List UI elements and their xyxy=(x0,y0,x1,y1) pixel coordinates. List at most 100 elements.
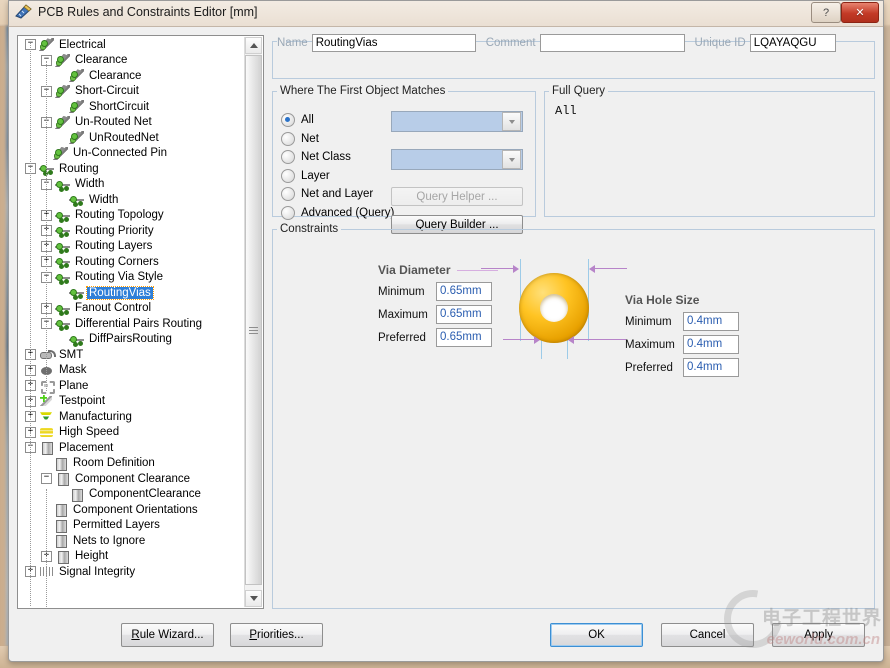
radio-net-and-layer-label: Net and Layer xyxy=(301,188,374,201)
tree-item-nets-to-ignore[interactable]: Nets to Ignore xyxy=(19,533,245,549)
tree-item-label: Clearance xyxy=(75,54,128,67)
tree-item-component-orientations[interactable]: Component Orientations xyxy=(19,502,245,518)
tree-item-label: Width xyxy=(89,193,119,206)
tree-item-permitted-layers[interactable]: Permitted Layers xyxy=(19,518,245,534)
rule-wizard-label: ule Wizard... xyxy=(139,629,204,641)
tree-item-routing-via-style[interactable]: − Routing Via Style xyxy=(19,270,245,286)
scroll-up-button[interactable] xyxy=(245,37,262,54)
window-title: PCB Rules and Constraints Editor [mm] xyxy=(38,4,258,19)
net-class-combo[interactable] xyxy=(391,149,523,170)
name-input[interactable] xyxy=(311,34,476,52)
via-hole-maximum-input[interactable] xyxy=(683,335,739,354)
tree-item-routing-layers[interactable]: + Routing Layers xyxy=(19,239,245,255)
tree-item-differential-pairs-routing[interactable]: − Differential Pairs Routing xyxy=(19,316,245,332)
via-diameter-maximum-input[interactable] xyxy=(436,305,492,324)
tree-item-clearance[interactable]: − Clearance xyxy=(19,53,245,69)
cancel-button[interactable]: Cancel xyxy=(661,623,754,647)
rules-tree-panel[interactable]: − Electrical − Clearance Clearance − Short-Cir… xyxy=(17,35,264,609)
rule-header-group: Name Comment Unique ID xyxy=(272,34,875,79)
tree-item-signal-integrity[interactable]: + Signal Integrity xyxy=(19,564,245,580)
tree-item-width[interactable]: Width xyxy=(19,192,245,208)
collapse-icon[interactable]: − xyxy=(41,473,52,485)
close-button[interactable]: ✕ xyxy=(841,2,879,23)
tree-item-clearance[interactable]: Clearance xyxy=(19,68,245,84)
radio-all[interactable]: All xyxy=(281,111,394,130)
tree-item-routing[interactable]: − Routing xyxy=(19,161,245,177)
rules-tree[interactable]: − Electrical − Clearance Clearance − Short-Cir… xyxy=(19,37,245,607)
object-matches-group: Where The First Object Matches All Net N… xyxy=(272,85,536,234)
tree-item-plane[interactable]: + Plane xyxy=(19,378,245,395)
diameter-arrow-right xyxy=(589,264,627,273)
chevron-down-icon[interactable] xyxy=(502,112,521,131)
tree-item-diffpairsrouting[interactable]: DiffPairsRouting xyxy=(19,332,245,348)
tree-item-label: ShortCircuit xyxy=(89,100,150,113)
via-diameter-preferred-input[interactable] xyxy=(436,328,492,347)
priorities-button[interactable]: Priorities... xyxy=(230,623,323,647)
tree-item-un-routed-net[interactable]: − Un-Routed Net xyxy=(19,115,245,131)
rule-category-icon xyxy=(55,472,70,487)
radio-net-and-layer[interactable]: Net and Layer xyxy=(281,185,394,204)
tree-item-room-definition[interactable]: Room Definition xyxy=(19,456,245,472)
tree-item-high-speed[interactable]: + High Speed xyxy=(19,425,245,441)
tree-item-width[interactable]: − Width xyxy=(19,177,245,193)
radio-net[interactable]: Net xyxy=(281,130,394,149)
rule-editor-pane: Name Comment Unique ID Where The First O… xyxy=(272,34,875,609)
via-diameter-minimum-input[interactable] xyxy=(436,282,492,301)
net-combo[interactable] xyxy=(391,111,523,132)
tree-item-height[interactable]: + Height xyxy=(19,549,245,565)
tree-item-placement[interactable]: − Placement xyxy=(19,440,245,456)
tree-item-manufacturing[interactable]: + Manufacturing xyxy=(19,409,245,425)
tree-item-label: Short-Circuit xyxy=(75,85,139,98)
tree-item-shortcircuit[interactable]: ShortCircuit xyxy=(19,99,245,115)
via-hole-minimum-row: Minimum xyxy=(625,310,745,333)
full-query-text[interactable]: All xyxy=(545,97,874,118)
tree-item-testpoint[interactable]: + Testpoint xyxy=(19,394,245,410)
radio-advanced-query[interactable]: Advanced (Query) xyxy=(281,204,394,223)
tree-item-electrical[interactable]: − Electrical xyxy=(19,37,245,53)
scroll-down-button[interactable] xyxy=(245,590,262,607)
query-helper-button[interactable]: Query Helper ... xyxy=(391,187,523,206)
tree-item-componentclearance[interactable]: ComponentClearance xyxy=(19,487,245,503)
match-radio-group[interactable]: All Net Net Class Layer Net and Layer Ad… xyxy=(281,111,394,222)
radio-layer[interactable]: Layer xyxy=(281,167,394,186)
via-hole-minimum-input[interactable] xyxy=(683,312,739,331)
comment-input[interactable] xyxy=(539,34,685,52)
apply-button[interactable]: Apply xyxy=(772,623,865,647)
tree-item-unroutednet[interactable]: UnRoutedNet xyxy=(19,130,245,146)
rule-wizard-button[interactable]: Rule Wizard... xyxy=(121,623,214,647)
chevron-down-icon[interactable] xyxy=(502,150,521,169)
unique-id-input[interactable] xyxy=(749,34,836,52)
radio-net-class[interactable]: Net Class xyxy=(281,148,394,167)
tree-scrollbar[interactable] xyxy=(244,37,262,607)
rule-category-icon xyxy=(69,333,84,346)
tree-item-routing-topology[interactable]: + Routing Topology xyxy=(19,208,245,224)
tree-item-component-clearance[interactable]: − Component Clearance xyxy=(19,471,245,487)
tree-item-fanout-control[interactable]: + Fanout Control xyxy=(19,301,245,317)
tree-item-routing-priority[interactable]: + Routing Priority xyxy=(19,223,245,239)
tree-item-short-circuit[interactable]: − Short-Circuit xyxy=(19,84,245,100)
tree-item-label: SMT xyxy=(59,348,84,361)
priorities-accel: P xyxy=(249,629,257,641)
tree-item-label: Height xyxy=(75,550,109,563)
tree-item-label: Component Clearance xyxy=(75,472,191,485)
tree-item-routing-corners[interactable]: + Routing Corners xyxy=(19,254,245,270)
priorities-label: riorities... xyxy=(257,629,304,641)
ok-button[interactable]: OK xyxy=(550,623,643,647)
dialog-body: − Electrical − Clearance Clearance − Short-Cir… xyxy=(9,27,883,617)
tree-item-mask[interactable]: + Mask xyxy=(19,363,245,379)
via-hole-shape xyxy=(540,294,568,322)
object-matches-legend: Where The First Object Matches xyxy=(280,85,446,97)
tree-item-un-connected-pin[interactable]: Un-Connected Pin xyxy=(19,146,245,162)
tree-item-routingvias[interactable]: RoutingVias xyxy=(19,285,245,301)
via-hole-preferred-input[interactable] xyxy=(683,358,739,377)
title-bar[interactable]: PCB Rules and Constraints Editor [mm] ? … xyxy=(9,1,883,27)
rule-category-icon xyxy=(39,441,54,456)
scrollbar-thumb[interactable] xyxy=(245,55,262,585)
help-button[interactable]: ? xyxy=(811,2,841,23)
tree-item-smt[interactable]: + SMT xyxy=(19,347,245,363)
radio-all-indicator xyxy=(281,113,295,128)
tree-item-label: Clearance xyxy=(89,69,142,82)
rule-category-icon xyxy=(53,503,68,518)
radio-net-label: Net xyxy=(301,132,319,145)
radio-layer-indicator xyxy=(281,168,295,183)
